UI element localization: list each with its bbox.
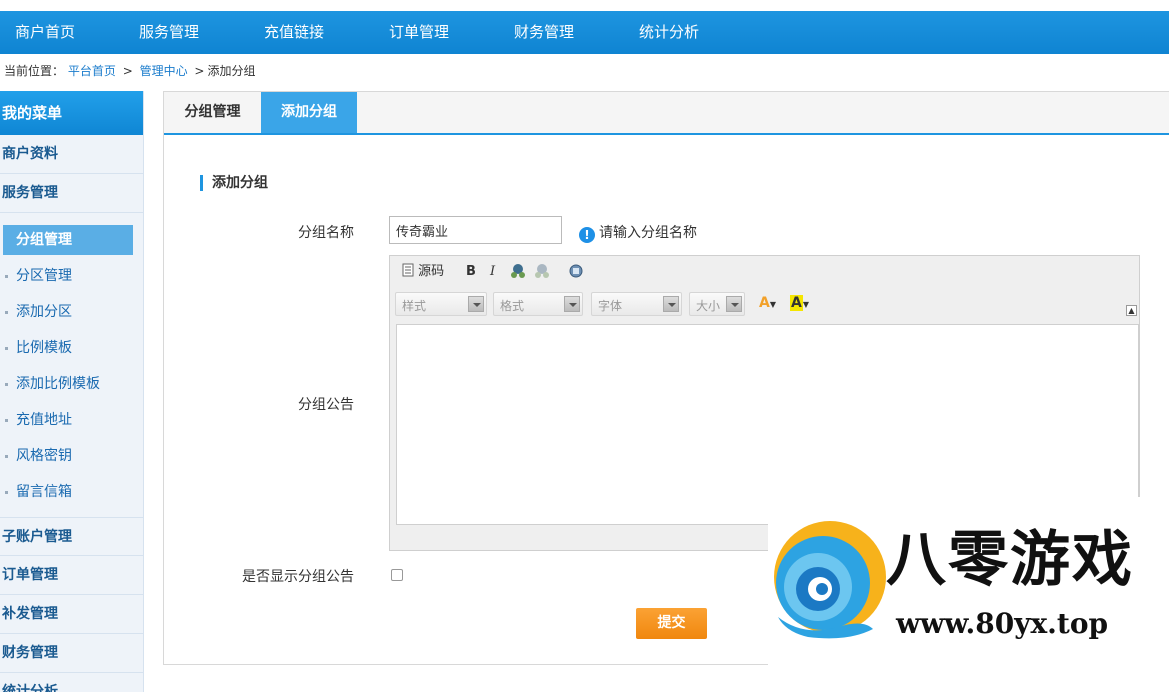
sidebar-subitem-label: 分区管理 bbox=[16, 268, 72, 284]
top-band bbox=[0, 0, 1169, 11]
source-button[interactable]: 源码 bbox=[402, 263, 444, 281]
breadcrumb-separator: > bbox=[122, 64, 133, 78]
bullet-icon bbox=[5, 347, 8, 350]
style-dropdown[interactable]: 样式 bbox=[395, 292, 487, 316]
sidebar-item-service[interactable]: 服务管理 bbox=[0, 174, 143, 213]
editor-toolbar-row-1: 源码 B I bbox=[390, 256, 1139, 288]
editor-toolbar-row-2: 样式 格式 字体 大小 A▼ A▼ bbox=[390, 288, 1139, 320]
sidebar-subitem-group-management[interactable]: 分组管理 bbox=[3, 225, 133, 255]
sidebar: 我的菜单 商户资料 服务管理 分组管理 分区管理 添加分区 比例模板 添加比例模… bbox=[0, 91, 144, 692]
nav-statistics[interactable]: 统计分析 bbox=[639, 11, 699, 54]
breadcrumb-current: 添加分组 bbox=[207, 64, 256, 78]
chevron-down-icon bbox=[564, 296, 580, 312]
sidebar-subitem-style-key[interactable]: 风格密钥 bbox=[0, 438, 143, 474]
italic-button[interactable]: I bbox=[490, 263, 495, 281]
bullet-icon bbox=[5, 275, 8, 278]
chevron-down-icon bbox=[726, 296, 742, 312]
maximize-icon bbox=[569, 264, 583, 278]
bullet-icon bbox=[5, 491, 8, 494]
bold-button[interactable]: B bbox=[466, 263, 476, 281]
size-dropdown[interactable]: 大小 bbox=[689, 292, 745, 316]
sidebar-subitem-label: 添加比例模板 bbox=[16, 376, 100, 392]
swirl-logo-icon bbox=[774, 521, 886, 639]
editor-content-area[interactable] bbox=[396, 324, 1139, 525]
sidebar-item-stats[interactable]: 统计分析 bbox=[0, 673, 143, 692]
watermark-name: 八零游戏 bbox=[886, 525, 1134, 595]
font-dropdown-label: 字体 bbox=[598, 299, 623, 313]
top-navigation: 商户首页 服务管理 充值链接 订单管理 财务管理 统计分析 bbox=[0, 11, 1169, 54]
sidebar-item-finance[interactable]: 财务管理 bbox=[0, 634, 143, 673]
link-icon bbox=[511, 264, 525, 278]
size-dropdown-label: 大小 bbox=[696, 299, 721, 313]
sidebar-subitem-label: 风格密钥 bbox=[16, 448, 72, 464]
breadcrumb-prefix: 当前位置： bbox=[4, 64, 65, 78]
sidebar-subitem-label: 留言信箱 bbox=[16, 484, 72, 500]
section-title: 添加分组 bbox=[200, 175, 268, 191]
group-name-label: 分组名称 bbox=[298, 225, 354, 241]
unlink-icon bbox=[535, 264, 549, 278]
source-icon bbox=[402, 263, 414, 277]
sidebar-subitem-zone-management[interactable]: 分区管理 bbox=[0, 258, 143, 294]
sidebar-subitem-add-zone[interactable]: 添加分区 bbox=[0, 294, 143, 330]
sidebar-item-orders[interactable]: 订单管理 bbox=[0, 556, 143, 595]
text-color-icon: A bbox=[759, 295, 770, 311]
watermark-logo: 八零游戏 www.80yx.top bbox=[768, 497, 1169, 692]
show-notice-label: 是否显示分组公告 bbox=[242, 569, 354, 585]
collapse-toolbar-button[interactable]: ▲ bbox=[1126, 305, 1137, 316]
sidebar-subitem-add-ratio-template[interactable]: 添加比例模板 bbox=[0, 366, 143, 402]
bullet-icon bbox=[5, 455, 8, 458]
sidebar-subitem-label: 比例模板 bbox=[16, 340, 72, 356]
group-notice-label: 分组公告 bbox=[298, 397, 354, 413]
bullet-icon bbox=[5, 311, 8, 314]
sidebar-item-subaccount[interactable]: 子账户管理 bbox=[0, 517, 143, 556]
font-dropdown[interactable]: 字体 bbox=[591, 292, 682, 316]
sidebar-subitem-recharge-address[interactable]: 充值地址 bbox=[0, 402, 143, 438]
show-notice-checkbox[interactable] bbox=[391, 569, 403, 581]
nav-order-management[interactable]: 订单管理 bbox=[389, 11, 449, 54]
maximize-button[interactable] bbox=[568, 263, 584, 281]
breadcrumb-separator: > bbox=[194, 64, 205, 78]
style-dropdown-label: 样式 bbox=[402, 299, 427, 313]
source-label: 源码 bbox=[418, 264, 445, 279]
breadcrumb-center-link[interactable]: 管理中心 bbox=[140, 64, 188, 78]
breadcrumb-home-link[interactable]: 平台首页 bbox=[68, 64, 116, 78]
sidebar-item-resend[interactable]: 补发管理 bbox=[0, 595, 143, 634]
bg-color-icon: A bbox=[790, 295, 803, 311]
format-dropdown-label: 格式 bbox=[500, 299, 525, 313]
sidebar-subitem-label: 充值地址 bbox=[16, 412, 72, 428]
tab-add-group[interactable]: 添加分组 bbox=[261, 92, 357, 133]
group-name-hint: ! 请输入分组名称 bbox=[579, 222, 697, 243]
breadcrumb: 当前位置： 平台首页 > 管理中心 > 添加分组 bbox=[4, 62, 256, 79]
nav-service-management[interactable]: 服务管理 bbox=[139, 11, 199, 54]
bullet-icon bbox=[5, 383, 8, 386]
bg-color-button[interactable]: A▼ bbox=[790, 295, 809, 313]
nav-merchant-home[interactable]: 商户首页 bbox=[15, 11, 75, 54]
group-name-input[interactable] bbox=[389, 216, 562, 244]
tab-bar: 分组管理 添加分组 bbox=[164, 92, 1169, 135]
sidebar-subitem-message-box[interactable]: 留言信箱 bbox=[0, 474, 143, 510]
info-icon: ! bbox=[579, 227, 595, 243]
submit-button[interactable]: 提交 bbox=[636, 608, 707, 639]
sidebar-subitem-ratio-template[interactable]: 比例模板 bbox=[0, 330, 143, 366]
sidebar-item-profile[interactable]: 商户资料 bbox=[0, 135, 143, 174]
link-button[interactable] bbox=[510, 263, 526, 281]
bullet-icon bbox=[5, 419, 8, 422]
sidebar-subitem-label: 添加分区 bbox=[16, 304, 72, 320]
chevron-down-icon bbox=[663, 296, 679, 312]
sidebar-header: 我的菜单 bbox=[0, 91, 143, 135]
watermark-url: www.80yx.top bbox=[896, 607, 1109, 640]
nav-finance-management[interactable]: 财务管理 bbox=[514, 11, 574, 54]
nav-recharge-links[interactable]: 充值链接 bbox=[264, 11, 324, 54]
hint-text: 请输入分组名称 bbox=[599, 225, 697, 241]
chevron-down-icon bbox=[468, 296, 484, 312]
format-dropdown[interactable]: 格式 bbox=[493, 292, 583, 316]
text-color-button[interactable]: A▼ bbox=[759, 295, 776, 313]
tab-group-management[interactable]: 分组管理 bbox=[164, 92, 261, 133]
unlink-button[interactable] bbox=[534, 263, 550, 281]
